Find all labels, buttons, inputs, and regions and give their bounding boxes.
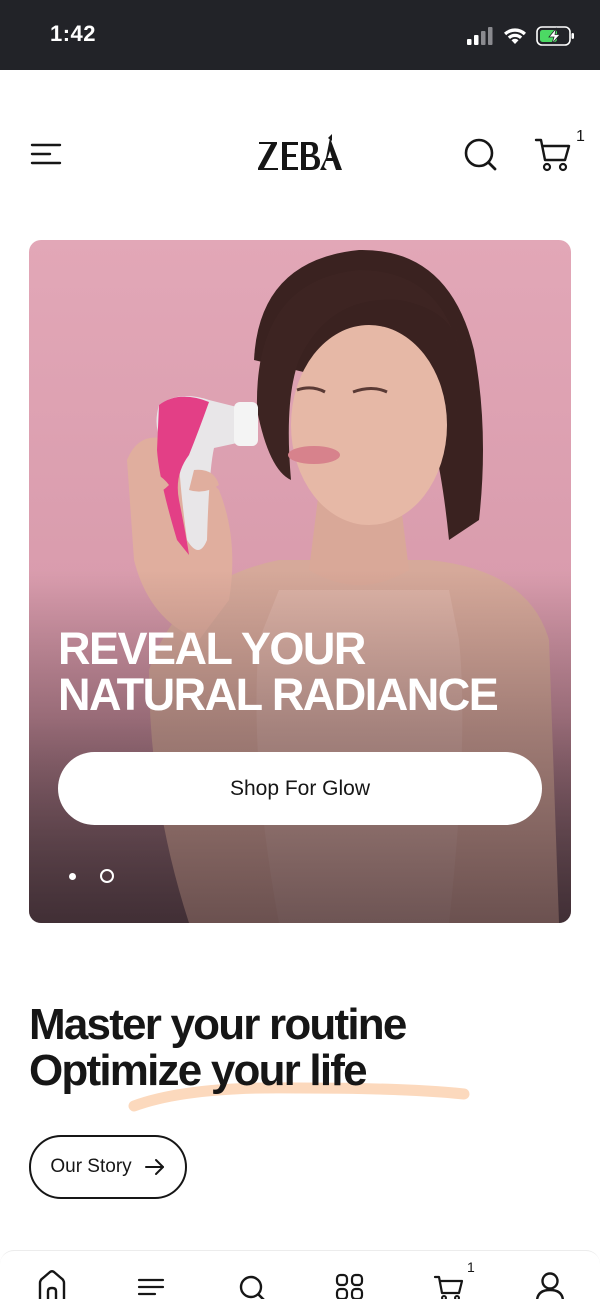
status-icons xyxy=(466,24,576,48)
cellular-signal-icon xyxy=(467,27,493,45)
nav-cart-badge: 1 xyxy=(467,1259,475,1275)
nav-cart[interactable] xyxy=(433,1269,467,1299)
status-bar: 1:42 xyxy=(0,0,600,70)
story-heading-line-2: Optimize your life xyxy=(29,1046,368,1095)
battery-charging-icon xyxy=(536,26,574,46)
carousel-pagination xyxy=(69,869,114,883)
our-story-label: Our Story xyxy=(50,1156,132,1177)
hero-title-line-1: REVEAL YOUR xyxy=(58,623,366,674)
account-icon xyxy=(535,1272,565,1299)
arrow-right-icon xyxy=(144,1159,164,1175)
shop-for-glow-button[interactable]: Shop For Glow xyxy=(58,752,542,825)
nav-categories[interactable] xyxy=(333,1269,367,1299)
header-cart-button[interactable] xyxy=(532,134,576,174)
our-story-button[interactable]: Our Story xyxy=(29,1135,187,1199)
status-time: 1:42 xyxy=(50,21,97,46)
cart-count-badge: 1 xyxy=(576,128,585,145)
nav-search[interactable] xyxy=(235,1269,269,1299)
bottom-navigation: 1 xyxy=(0,1250,600,1299)
story-heading: Master your routine Optimize your life xyxy=(29,1000,407,1095)
menu-button[interactable] xyxy=(28,138,64,170)
nav-menu[interactable] xyxy=(135,1269,169,1299)
hero-banner: REVEAL YOUR NATURAL RADIANCE Shop For Gl… xyxy=(29,240,571,923)
hero-title: REVEAL YOUR NATURAL RADIANCE xyxy=(58,626,538,718)
menu-icon xyxy=(30,143,62,165)
hero-title-line-2: NATURAL RADIANCE xyxy=(58,669,499,720)
carousel-dot-1[interactable] xyxy=(69,872,76,880)
story-heading-line-1: Master your routine xyxy=(29,1000,407,1049)
header-search-button[interactable] xyxy=(460,134,500,174)
nav-home[interactable] xyxy=(35,1269,69,1299)
cart-icon xyxy=(534,138,571,172)
menu-icon xyxy=(137,1278,165,1296)
zeba-logo-mark xyxy=(258,134,342,170)
home-icon xyxy=(38,1270,66,1299)
search-icon xyxy=(464,138,497,171)
site-header: 1 xyxy=(0,70,600,240)
nav-account[interactable] xyxy=(533,1269,567,1299)
grid-icon xyxy=(335,1273,364,1299)
cart-icon xyxy=(433,1275,464,1299)
brand-logo[interactable] xyxy=(250,130,350,180)
carousel-dot-2-active[interactable] xyxy=(100,869,114,883)
wifi-icon xyxy=(504,28,526,44)
search-icon xyxy=(239,1275,265,1299)
